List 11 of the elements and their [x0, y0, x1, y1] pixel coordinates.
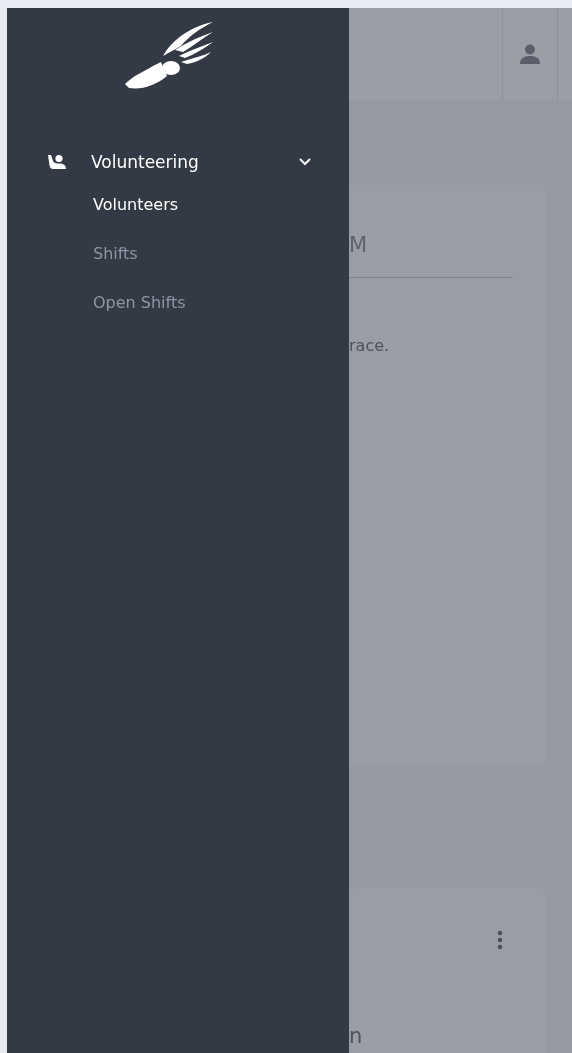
more-options-icon[interactable]: [497, 930, 503, 950]
user-icon: [519, 44, 541, 64]
menu-group[interactable]: Volunteering: [7, 150, 349, 174]
card-title: n: [349, 1024, 363, 1048]
submenu-link[interactable]: Volunteers: [93, 190, 179, 219]
card-title: M: [349, 232, 369, 259]
submenu-link[interactable]: Shifts: [93, 239, 138, 268]
card-text: race.: [349, 336, 391, 355]
person-seated-icon: [47, 154, 67, 170]
chevron-icon: [299, 158, 311, 166]
submenu-link[interactable]: Open Shifts: [93, 288, 186, 317]
